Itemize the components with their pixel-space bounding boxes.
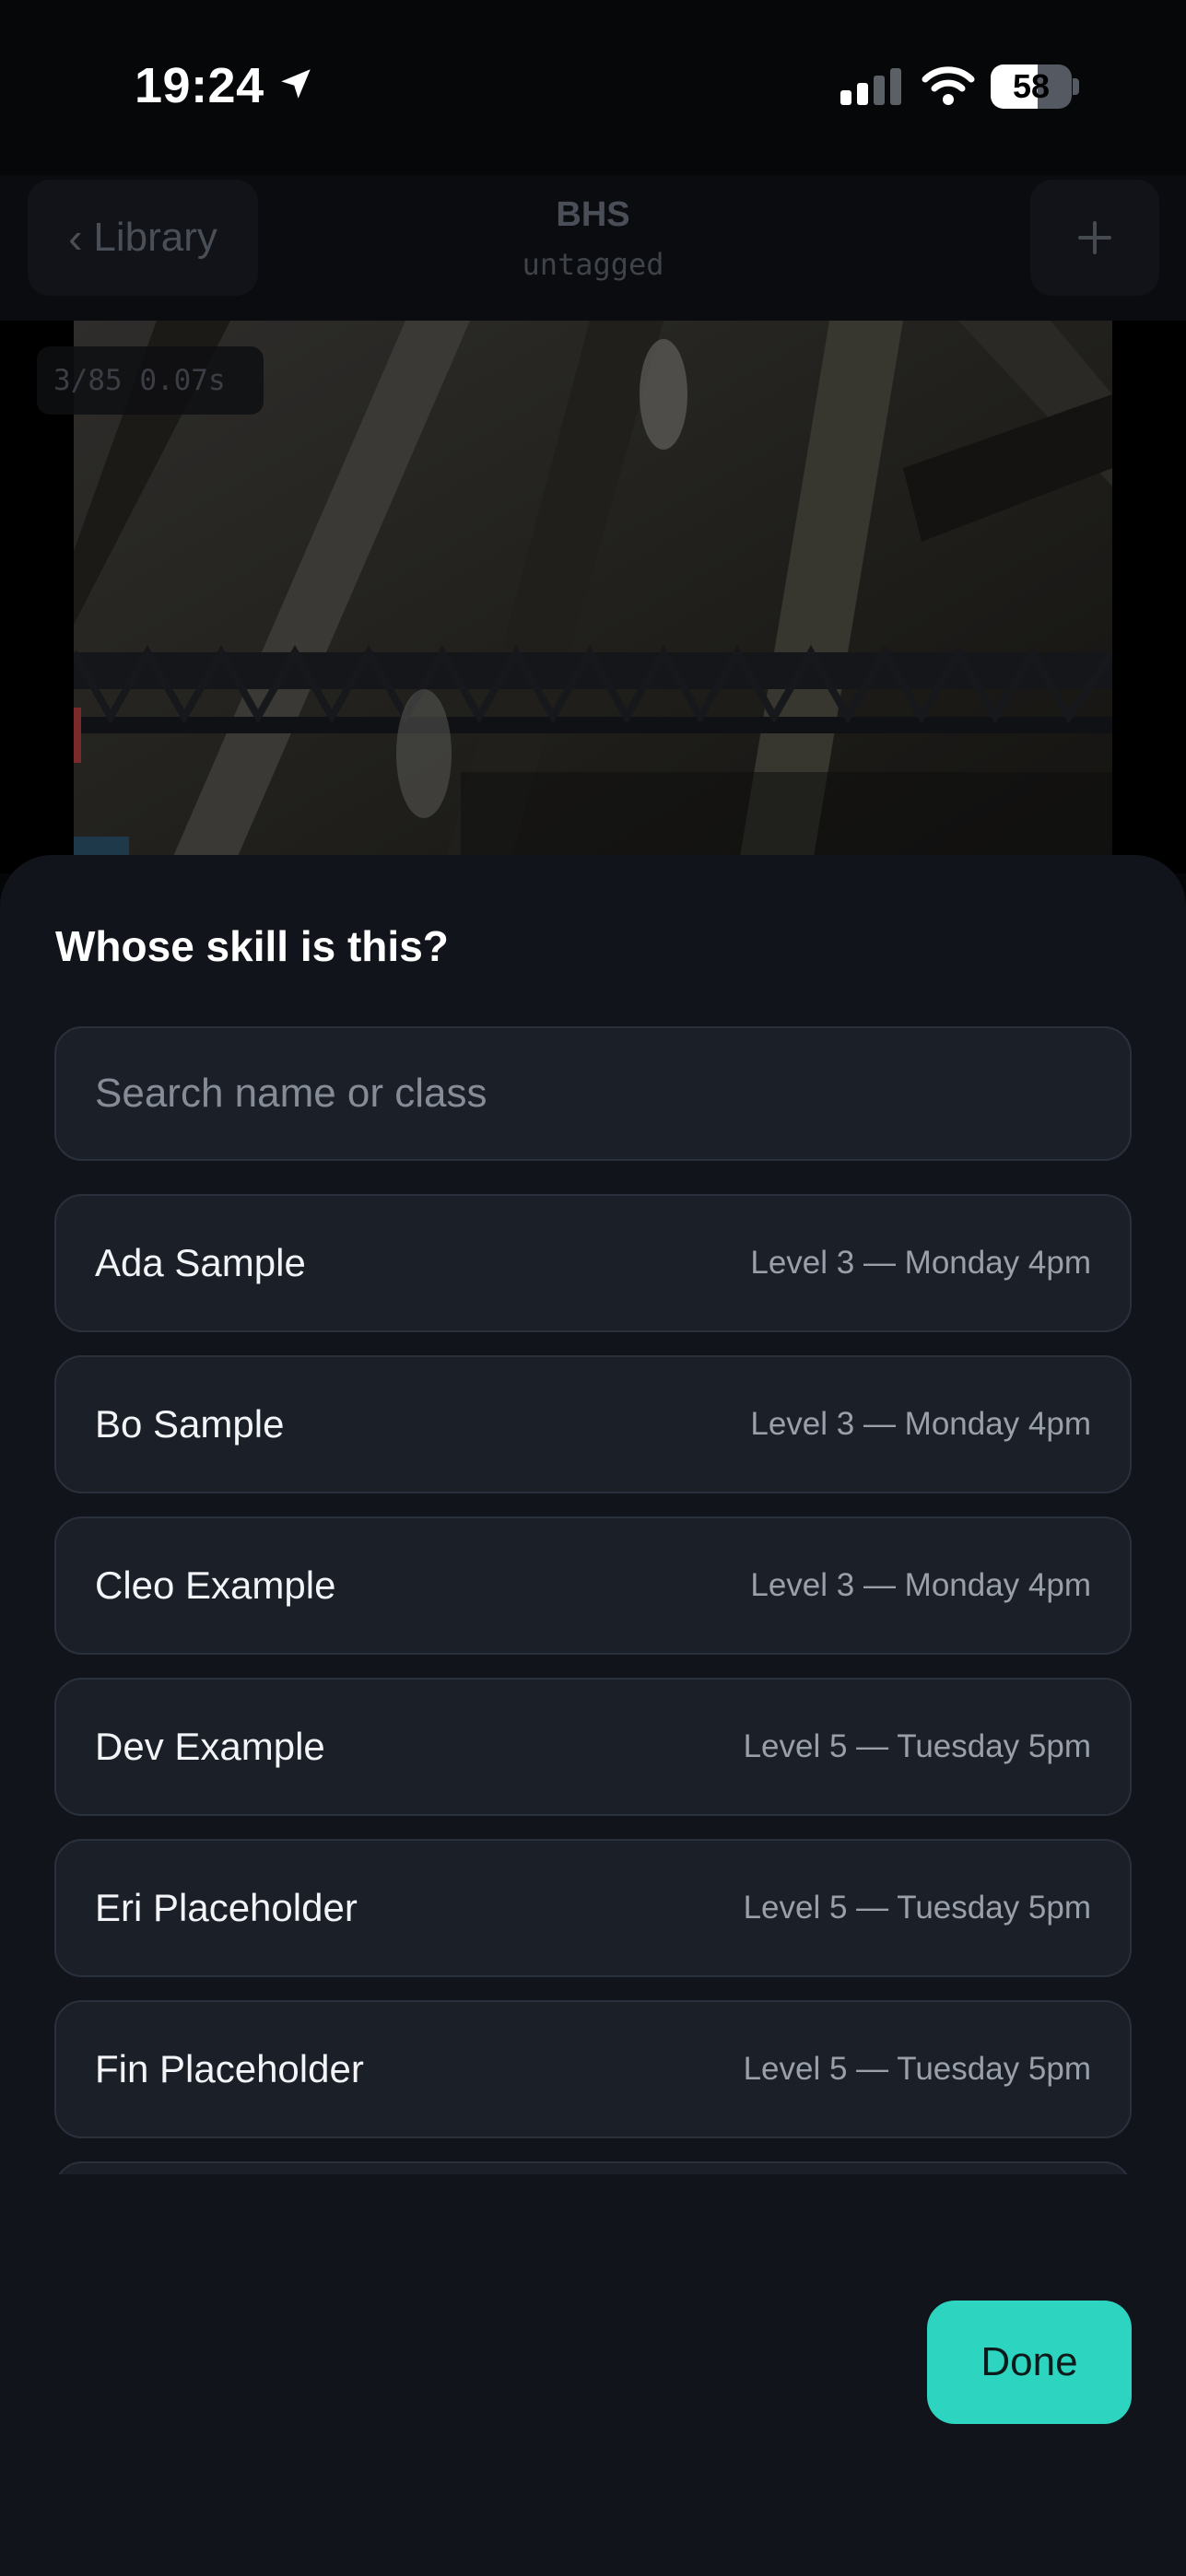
student-class: Level 5 — Tuesday 5pm [743,1890,1091,1926]
student-row[interactable]: Cleo Example Level 3 — Monday 4pm [54,1516,1132,1655]
student-name: Ada Sample [95,1241,306,1284]
student-row[interactable]: Eri Placeholder Level 5 — Tuesday 5pm [54,1839,1132,1977]
student-name: Bo Sample [95,1402,285,1446]
student-row-partial[interactable] [54,2161,1132,2174]
cellular-signal-icon [840,68,901,105]
student-class: Level 5 — Tuesday 5pm [743,1728,1091,1764]
status-bar: 19:24 58 [0,0,1186,175]
done-button[interactable]: Done [927,2301,1132,2424]
status-time: 19:24 [135,58,264,113]
tag-status: untagged [522,247,664,282]
battery-percent: 58 [1012,67,1051,105]
student-class: Level 3 — Monday 4pm [750,1406,1091,1442]
student-class: Level 3 — Monday 4pm [750,1567,1091,1603]
student-row[interactable]: Ada Sample Level 3 — Monday 4pm [54,1194,1132,1332]
student-name: Eri Placeholder [95,1886,358,1929]
student-list[interactable]: Ada Sample Level 3 — Monday 4pm Bo Sampl… [54,1194,1132,2174]
student-row[interactable]: Fin Placeholder Level 5 — Tuesday 5pm [54,2000,1132,2138]
student-row[interactable]: Bo Sample Level 3 — Monday 4pm [54,1355,1132,1493]
plus-icon [1078,221,1111,254]
frame-counter: 3/85 0.07s [37,346,264,415]
add-button[interactable] [1030,180,1159,296]
wifi-icon [922,66,975,105]
student-class: Level 5 — Tuesday 5pm [743,2051,1091,2087]
search-input[interactable] [54,1026,1132,1161]
page-title: BHS [556,195,630,234]
student-name: Dev Example [95,1725,325,1768]
student-class: Level 3 — Monday 4pm [750,1245,1091,1281]
battery-icon: 58 [991,64,1079,109]
location-arrow-icon [281,69,311,99]
sheet-title: Whose skill is this? [55,922,449,970]
student-row[interactable]: Dev Example Level 5 — Tuesday 5pm [54,1678,1132,1816]
student-name: Fin Placeholder [95,2047,364,2090]
student-name: Cleo Example [95,1563,336,1607]
